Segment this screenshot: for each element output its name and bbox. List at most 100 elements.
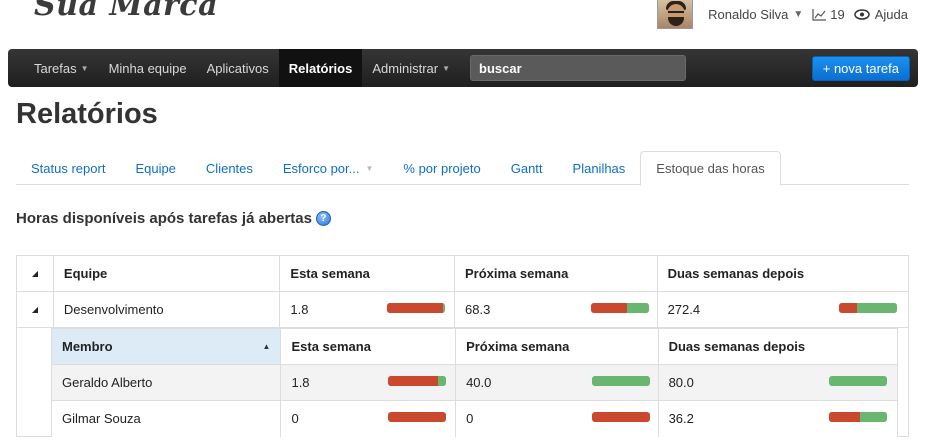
group-this-week-cell: 1.8 (279, 292, 454, 327)
member-two-weeks-cell: 80.0 (657, 364, 897, 400)
subtable-header-row: Membro ▲ Esta semana Próxima semana Duas… (52, 328, 897, 365)
tab-label: Gantt (510, 160, 543, 176)
member-name: Geraldo Alberto (62, 374, 153, 390)
sort-ascending-icon: ▲ (262, 341, 271, 351)
section-title-text: Horas disponíveis após tarefas já aberta… (16, 210, 312, 227)
nav-relatorios[interactable]: Relatórios (278, 49, 363, 87)
nav-aplicativos[interactable]: Aplicativos (197, 49, 279, 87)
column-header-this-week[interactable]: Esta semana (279, 256, 454, 291)
user-name: Ronaldo Silva (708, 6, 789, 22)
member-subtable-wrapper: Membro ▲ Esta semana Próxima semana Duas… (17, 327, 908, 437)
tab-esforco-por[interactable]: Esforco por... ▼ (268, 151, 389, 185)
member-two-weeks-value: 80.0 (668, 374, 694, 390)
member-subtable: Membro ▲ Esta semana Próxima semana Duas… (51, 327, 898, 437)
tab-label: Status report (31, 160, 106, 176)
activity-link[interactable]: 19 (812, 6, 845, 22)
capacity-bar (838, 303, 897, 313)
help-link[interactable]: Ajuda (854, 7, 908, 22)
member-this-week-value: 0 (291, 411, 299, 426)
capacity-bar (591, 303, 650, 313)
main-navbar: Tarefas ▼ Minha equipe Aplicativos Relat… (8, 49, 918, 87)
member-name: Gilmar Souza (62, 411, 141, 426)
tab-estoque-das-horas[interactable]: Estoque das horas (640, 151, 781, 186)
new-task-button[interactable]: + nova tarefa (811, 56, 910, 81)
column-header-next-week[interactable]: Próxima semana (455, 328, 658, 364)
capacity-bar (592, 411, 651, 422)
tab-equipe[interactable]: Equipe (120, 151, 190, 185)
nav-aplicativos-label: Aplicativos (206, 60, 269, 76)
member-two-weeks-value: 36.2 (668, 411, 694, 426)
member-this-week-value: 1.8 (291, 374, 310, 390)
column-header-two-weeks[interactable]: Duas semanas depois (656, 256, 908, 291)
column-header-two-weeks[interactable]: Duas semanas depois (657, 328, 897, 364)
tab-clientes[interactable]: Clientes (191, 151, 268, 185)
capacity-bar (387, 303, 446, 313)
column-header-next-week[interactable]: Próxima semana (454, 256, 657, 291)
member-this-week-cell: 0 (280, 400, 455, 437)
nav-tarefas-label: Tarefas (34, 60, 77, 76)
avatar[interactable] (657, 0, 694, 29)
activity-chart-icon (812, 8, 827, 21)
tab-por-projeto[interactable]: % por projeto (388, 151, 495, 185)
column-header-this-week[interactable]: Esta semana (280, 328, 455, 364)
capacity-bar (388, 375, 447, 386)
activity-count: 19 (830, 6, 845, 22)
nav-relatorios-label: Relatórios (288, 60, 353, 76)
tab-status-report[interactable]: Status report (16, 151, 120, 185)
triangle-icon: ◢ (31, 269, 39, 278)
page-title: Relatórios (16, 98, 158, 130)
hours-table: ◢ Equipe Esta semana Próxima semana Duas… (16, 255, 909, 437)
nav-minha-equipe-label: Minha equipe (108, 60, 187, 76)
table-row: ◢ Desenvolvimento 1.8 68.3 272.4 (17, 292, 908, 328)
brand-logo[interactable]: Sua Marca (34, 0, 218, 23)
table-header-row: ◢ Equipe Esta semana Próxima semana Duas… (17, 256, 908, 292)
group-toggle[interactable]: ◢ (17, 292, 53, 327)
eye-icon (854, 8, 870, 20)
caret-down-icon: ▼ (80, 63, 89, 73)
group-next-week-value: 68.3 (465, 302, 491, 317)
tab-gantt[interactable]: Gantt (496, 151, 558, 185)
nav-tarefas[interactable]: Tarefas ▼ (8, 49, 99, 87)
tab-label: Estoque das horas (656, 161, 765, 176)
user-area: Ronaldo Silva ▼ 19 Ajuda (657, 0, 908, 29)
group-two-weeks-value: 272.4 (667, 302, 701, 317)
table-row[interactable]: Geraldo Alberto 1.8 40.0 80.0 (52, 364, 897, 401)
caret-down-icon: ▼ (442, 63, 451, 73)
member-next-week-value: 0 (466, 411, 474, 426)
column-header-team[interactable]: Equipe (52, 256, 279, 291)
group-this-week-value: 1.8 (290, 302, 309, 317)
report-tabs: Status report Equipe Clientes Esforco po… (16, 151, 909, 186)
tab-planilhas[interactable]: Planilhas (558, 151, 641, 185)
tab-label: Planilhas (572, 160, 626, 176)
column-header-member[interactable]: Membro ▲ (52, 328, 281, 364)
member-this-week-cell: 1.8 (280, 364, 455, 400)
caret-down-icon: ▼ (365, 163, 374, 173)
capacity-bar (828, 375, 887, 386)
group-two-weeks-cell: 272.4 (656, 292, 908, 327)
capacity-bar (388, 411, 447, 422)
member-two-weeks-cell: 36.2 (657, 400, 897, 437)
capacity-bar (828, 411, 887, 422)
group-name: Desenvolvimento (52, 292, 279, 327)
tab-label: Esforco por... (282, 160, 360, 176)
group-next-week-cell: 68.3 (454, 292, 657, 327)
collapse-all-toggle[interactable]: ◢ (17, 256, 53, 291)
member-next-week-value: 40.0 (466, 374, 492, 390)
info-icon[interactable]: ? (315, 211, 331, 226)
member-header-label: Membro (62, 338, 113, 354)
chevron-down-icon: ▼ (793, 8, 804, 20)
user-menu[interactable]: Ronaldo Silva ▼ (708, 7, 803, 22)
capacity-bar (592, 375, 651, 386)
nav-administrar[interactable]: Administrar ▼ (362, 49, 460, 87)
member-next-week-cell: 0 (455, 400, 658, 437)
section-title: Horas disponíveis após tarefas já aberta… (16, 210, 331, 227)
tab-label: Clientes (205, 160, 253, 176)
nav-administrar-label: Administrar (372, 60, 439, 76)
tab-label: % por projeto (403, 160, 481, 176)
triangle-icon: ◢ (31, 305, 39, 314)
search-input[interactable] (470, 55, 687, 81)
help-label: Ajuda (874, 6, 908, 22)
nav-minha-equipe[interactable]: Minha equipe (99, 49, 197, 87)
table-row[interactable]: Gilmar Souza 0 0 36.2 (52, 400, 897, 437)
member-next-week-cell: 40.0 (455, 364, 658, 400)
